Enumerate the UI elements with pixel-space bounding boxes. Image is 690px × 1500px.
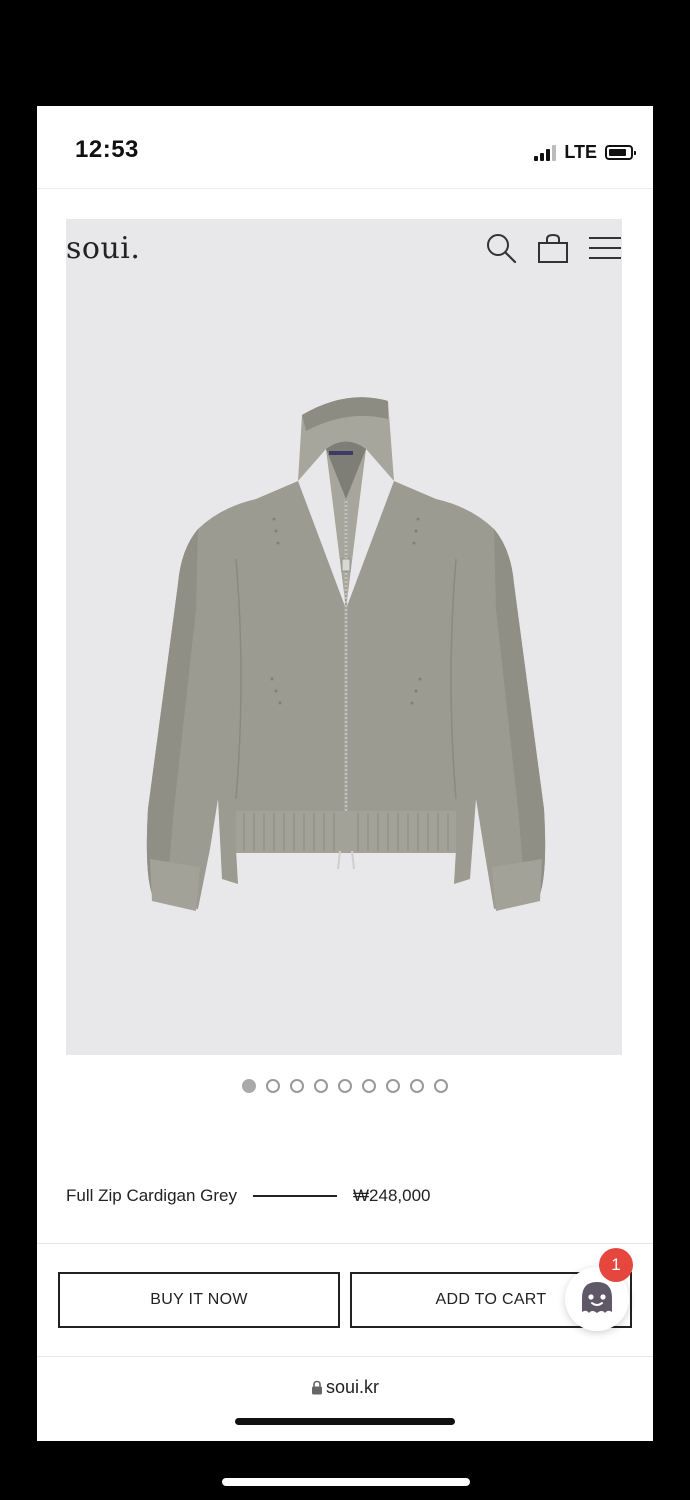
carousel-dot[interactable] (290, 1079, 304, 1093)
status-time: 12:53 (75, 136, 139, 163)
product-image[interactable] (126, 379, 566, 939)
site-logo[interactable]: soui. (66, 231, 140, 266)
network-label: LTE (564, 142, 597, 162)
carousel-dot[interactable] (266, 1079, 280, 1093)
lock-icon (311, 1380, 322, 1395)
carousel-dot[interactable] (434, 1079, 448, 1093)
browser-address-bar[interactable]: soui.kr (37, 1356, 653, 1441)
search-icon[interactable] (484, 231, 518, 265)
cardigan-illustration (146, 397, 546, 911)
header-actions (484, 231, 622, 265)
menu-icon[interactable] (588, 231, 622, 265)
status-bar: 12:53 LTE (37, 106, 653, 189)
bag-icon[interactable] (536, 231, 570, 265)
status-indicators: LTE (534, 142, 636, 163)
price-divider (253, 1195, 338, 1197)
chat-notification-badge: 1 (599, 1248, 633, 1282)
carousel-dot[interactable] (386, 1079, 400, 1093)
section-divider (37, 1243, 653, 1244)
carousel-dot[interactable] (242, 1079, 256, 1093)
carousel-dots (37, 1079, 653, 1093)
url-display[interactable]: soui.kr (37, 1377, 653, 1398)
url-text: soui.kr (325, 1377, 379, 1397)
buy-now-button[interactable]: BUY IT NOW (58, 1272, 340, 1328)
outer-home-indicator (222, 1478, 470, 1486)
chat-ghost-icon (582, 1282, 612, 1313)
battery-icon (605, 145, 636, 160)
product-name: Full Zip Cardigan Grey (66, 1186, 238, 1205)
product-price: ₩248,000 (353, 1186, 431, 1205)
home-indicator[interactable] (235, 1418, 455, 1425)
product-info: Full Zip Cardigan Grey ₩248,000 (66, 1184, 626, 1208)
carousel-dot[interactable] (314, 1079, 328, 1093)
carousel-dot[interactable] (338, 1079, 352, 1093)
signal-icon (534, 144, 557, 161)
phone-screen: 12:53 LTE soui. Full Zip Cardigan Grey ₩… (37, 106, 653, 1441)
product-hero[interactable]: soui. (66, 219, 622, 1055)
carousel-dot[interactable] (410, 1079, 424, 1093)
carousel-dot[interactable] (362, 1079, 376, 1093)
